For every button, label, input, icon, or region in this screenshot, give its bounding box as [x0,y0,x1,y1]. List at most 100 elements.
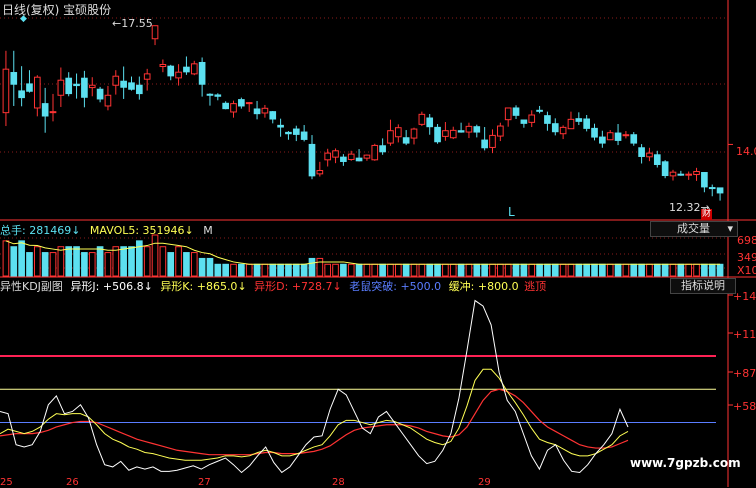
volume-bar [599,263,606,277]
candle-body [214,94,222,97]
candle-body [606,132,614,141]
volume-bar [426,263,434,277]
volume-bar [300,263,308,277]
candle-body [685,173,693,176]
candle-body [245,102,253,105]
candle-body [701,172,708,188]
volume-bar [198,257,206,277]
indicator-axis-4: +58 [733,400,756,413]
volume-bar [292,263,300,277]
volume-bar [489,263,496,277]
volume-bar [238,263,245,277]
volume-bar [363,263,371,277]
volume-bar [104,252,112,277]
volume-m: M [203,224,213,237]
candle-body [583,118,590,129]
volume-bar [175,246,182,277]
candle-body [497,125,504,137]
candle-body [96,88,104,100]
volume-bar [269,263,277,277]
volume-bar [10,246,18,277]
volume-bar [120,246,127,277]
volume-bar [308,257,316,277]
diamond-icon: ◆ [20,14,27,24]
candle-body [167,65,175,77]
candle-body [614,132,622,141]
candle-body [238,99,245,107]
volume-bar [33,246,41,277]
candle-body [536,109,543,112]
candle-body [104,94,112,107]
candle-body [198,61,206,85]
candle-body [57,79,65,96]
x-tick-4: 28 [332,477,345,488]
volume-bar [324,263,332,277]
candle-body [159,63,167,68]
volume-bar [442,263,449,277]
candle-body [128,82,135,90]
candle-body [661,161,669,177]
volume-bar [512,263,520,277]
candle-body [136,84,143,95]
event-marker-l[interactable]: L [508,205,515,219]
candle-body [33,76,41,109]
volume-bar [449,263,457,277]
candle-body [394,127,402,138]
volume-bar [583,263,590,277]
volume-bar [693,263,700,277]
candle-body [653,154,661,165]
volume-bar [544,263,551,277]
candle-body [112,75,120,86]
indicator-axis-2: +11 [733,328,756,341]
candle-body [277,124,284,128]
candle-body [402,137,410,144]
volume-legend: 总手: 281469↓ MAVOL5: 351946↓ M [0,222,213,238]
legend-k: 异形K: +865.0 [160,280,238,293]
candle-body [49,111,57,114]
volume-bar [143,246,151,277]
stock-chart [0,0,756,487]
candle-body [638,147,645,157]
candle-body [591,127,598,138]
candle-body [88,84,96,89]
x-tick-3: 27 [198,477,211,488]
legend-escape: 逃顶 [524,280,547,293]
volume-bar [151,234,159,277]
volume-bar [340,263,347,277]
legend-j: 异形J: +506.8 [70,280,144,293]
x-tick-1: 25 [0,477,13,488]
volume-select-button[interactable]: 成交量 ▾ [650,221,738,237]
volume-bar [88,252,96,277]
volume-bar [465,263,473,277]
volume-bar [112,246,120,277]
volume-bar [646,263,653,277]
volume-bar [473,263,481,277]
candle-body [410,128,418,139]
volume-bar [606,263,614,277]
candle-body [567,118,575,130]
volume-bar [402,263,410,277]
legend-d: 异形D: +728.7 [254,280,333,293]
candle-body [347,153,355,160]
candle-body [551,123,559,133]
candle-body [473,126,481,133]
volume-bar [355,263,363,277]
volume-bar [159,246,167,277]
event-marker-cai[interactable]: 财 [701,209,713,220]
down-arrow-icon: ↓ [332,280,342,293]
volume-bar [347,263,355,277]
volume-bar [332,263,339,277]
candle-body [716,187,724,194]
candle-body [465,125,473,133]
volume-bar [206,257,214,277]
volume-bar [653,263,661,277]
candle-body [520,119,528,124]
volume-bar [41,252,49,277]
candle-body [143,73,151,80]
indicator-help-button[interactable]: 指标说明 [670,278,736,294]
volume-bar [316,257,324,277]
volume-bar [638,263,645,277]
volume-bar [190,252,198,277]
candle-body [363,154,371,159]
volume-bar [536,263,543,277]
